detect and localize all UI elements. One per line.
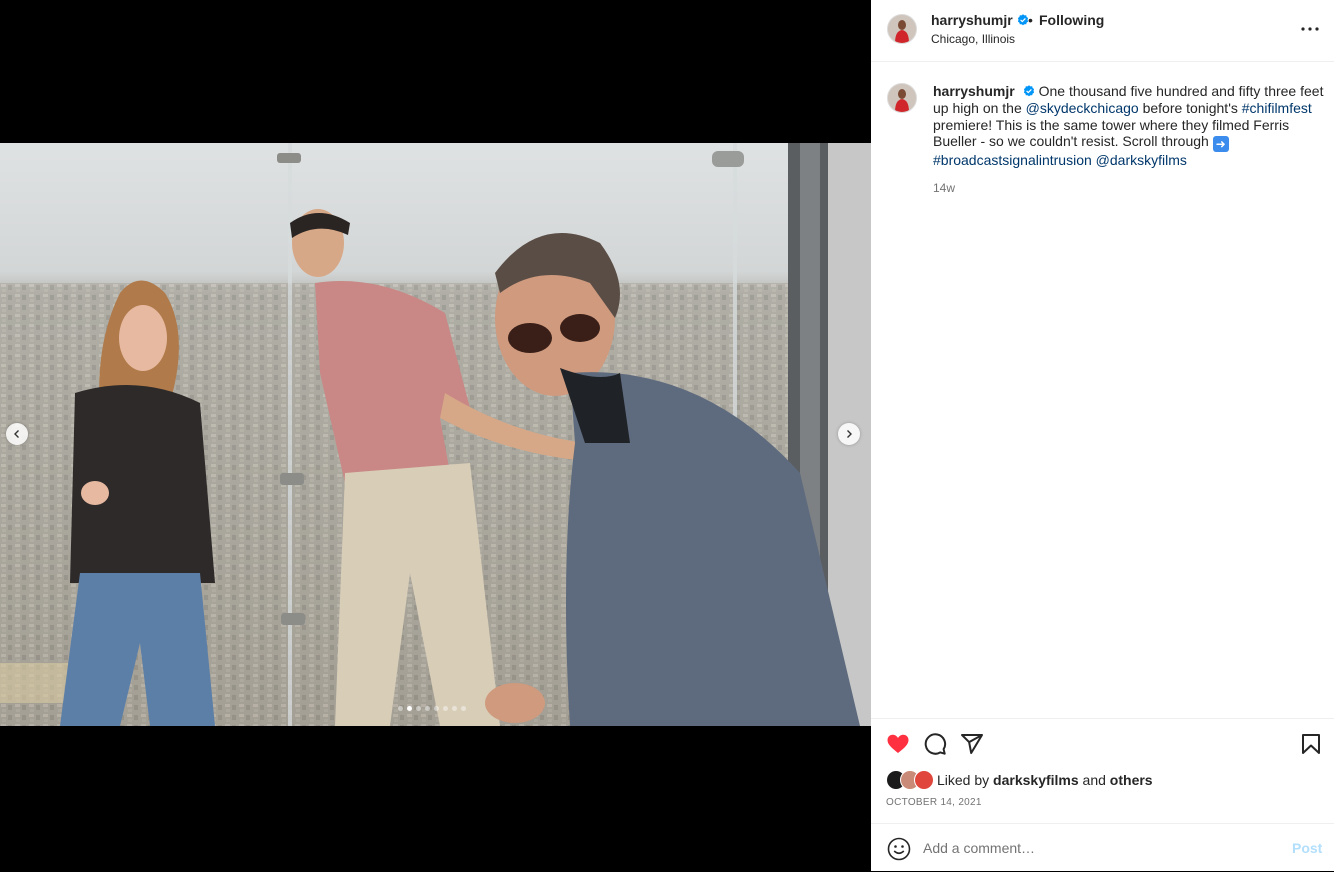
carousel-dot <box>425 706 430 711</box>
save-button[interactable] <box>1299 732 1323 756</box>
liked-by-user[interactable]: darkskyfilms <box>993 772 1079 788</box>
author-avatar[interactable] <box>887 14 917 44</box>
verified-badge-icon <box>1017 14 1028 26</box>
like-button[interactable] <box>886 732 910 756</box>
more-horizontal-icon <box>1301 27 1319 31</box>
post-actions <box>871 718 1334 769</box>
post-comment-button[interactable]: Post <box>1292 840 1322 856</box>
comment-button[interactable] <box>923 732 947 756</box>
likes-summary: Liked by darkskyfilms and others <box>886 770 1153 790</box>
carousel-next-button[interactable] <box>838 423 860 445</box>
verified-badge-icon <box>1023 85 1034 97</box>
share-icon <box>961 734 983 754</box>
post-media <box>0 0 871 871</box>
post-caption: harryshumjr One thousand five hundred an… <box>933 83 1325 169</box>
heart-filled-icon <box>887 734 909 753</box>
caption-username[interactable]: harryshumjr <box>933 83 1015 99</box>
more-options-button[interactable] <box>1300 19 1320 39</box>
comment-icon <box>924 733 947 755</box>
hashtag-chifilmfest[interactable]: #chifilmfest <box>1242 100 1312 116</box>
carousel-dot <box>443 706 448 711</box>
share-button[interactable] <box>960 732 984 756</box>
comment-input[interactable] <box>923 837 1273 859</box>
carousel-indicator <box>398 706 466 711</box>
carousel-dot <box>452 706 457 711</box>
carousel-dot <box>398 706 403 711</box>
author-username-link[interactable]: harryshumjr <box>931 12 1029 28</box>
caption-text-2: before tonight's <box>1142 99 1238 116</box>
bookmark-icon <box>1302 734 1320 754</box>
avatar-image <box>888 84 916 112</box>
liker-avatar <box>914 770 934 790</box>
hashtag-broadcastsignalintrusion[interactable]: #broadcastsignalintrusion <box>933 152 1092 168</box>
carousel-dot <box>461 706 466 711</box>
liked-by-others[interactable]: others <box>1110 772 1153 788</box>
post-date[interactable]: OCTOBER 14, 2021 <box>886 797 982 808</box>
carousel-prev-button[interactable] <box>6 423 28 445</box>
photo-illustration <box>0 143 871 726</box>
carousel-dot <box>416 706 421 711</box>
post-photo[interactable] <box>0 143 871 726</box>
caption-time-ago[interactable]: 14w <box>933 181 955 195</box>
carousel-dot <box>434 706 439 711</box>
author-username[interactable]: harryshumjr <box>931 12 1013 28</box>
right-arrow-emoji: ➜ <box>1212 136 1229 153</box>
liked-by-connector: and <box>1082 772 1106 788</box>
chevron-left-icon <box>14 430 19 438</box>
caption-author-avatar[interactable] <box>887 83 917 113</box>
caption-text-3: premiere! This is the same tower where t… <box>933 116 1290 150</box>
following-button[interactable]: Following <box>1039 12 1104 28</box>
post-location[interactable]: Chicago, Illinois <box>931 32 1015 46</box>
emoji-picker-button[interactable] <box>887 837 911 861</box>
smiley-icon <box>887 837 911 861</box>
mention-skydeckchicago[interactable]: @skydeckchicago <box>1026 100 1139 116</box>
liked-by-prefix: Liked by <box>937 772 990 788</box>
carousel-dot <box>407 706 412 711</box>
comment-composer: Post <box>871 823 1334 872</box>
liker-avatars[interactable] <box>886 770 934 790</box>
liked-by-text: Liked by darkskyfilms and others <box>937 772 1153 788</box>
post-side-panel: harryshumjr • Following Chicago, Illinoi… <box>871 0 1334 871</box>
mention-darkskyfilms[interactable]: @darkskyfilms <box>1096 152 1187 168</box>
chevron-right-icon <box>847 430 852 438</box>
follow-separator: • <box>1028 12 1033 28</box>
avatar-image <box>888 15 916 43</box>
post-header: harryshumjr • Following Chicago, Illinoi… <box>871 0 1334 62</box>
